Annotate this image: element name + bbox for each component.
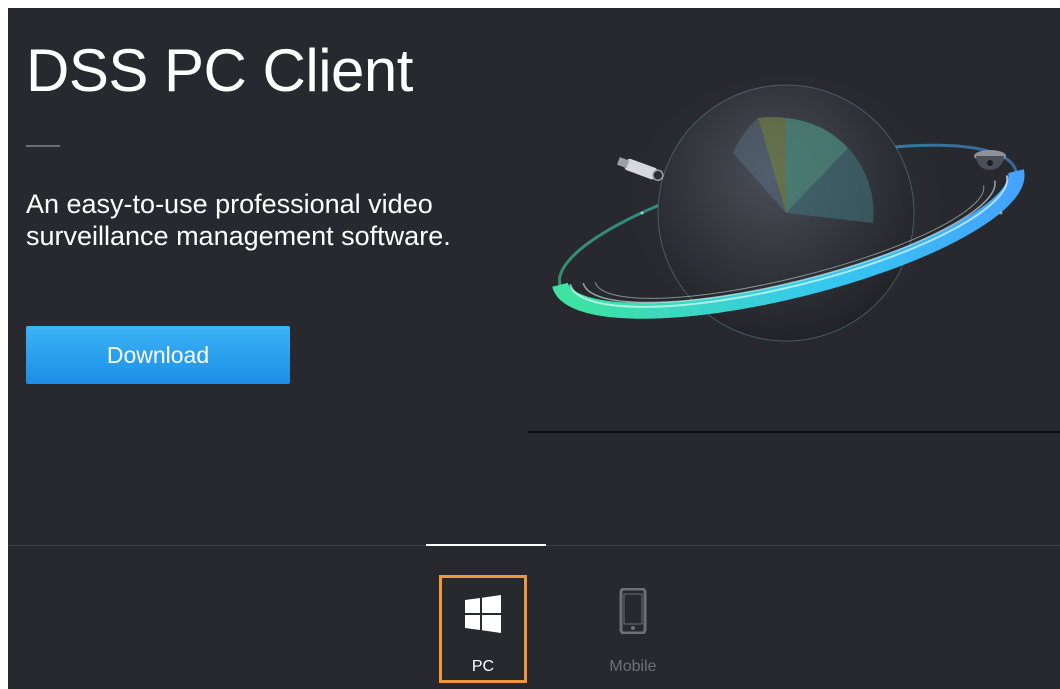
tab-mobile[interactable]: Mobile bbox=[589, 575, 677, 683]
tab-pc-label: PC bbox=[471, 658, 495, 675]
hero-description: An easy-to-use professional video survei… bbox=[26, 189, 451, 251]
tab-mobile-label: Mobile bbox=[609, 658, 657, 675]
dome-camera-icon bbox=[974, 150, 1006, 170]
illustration-baseline bbox=[528, 431, 1060, 433]
title-divider bbox=[26, 145, 60, 147]
download-button[interactable]: Download bbox=[26, 326, 290, 384]
planet-illustration bbox=[528, 8, 1060, 431]
tab-pc[interactable]: PC bbox=[439, 575, 527, 683]
mobile-phone-icon bbox=[611, 588, 655, 634]
tab-indicator bbox=[426, 544, 546, 546]
windows-icon bbox=[461, 592, 505, 636]
app-frame: DSS PC Client An easy-to-use professiona… bbox=[8, 8, 1060, 689]
page-title: DSS PC Client bbox=[26, 37, 413, 104]
